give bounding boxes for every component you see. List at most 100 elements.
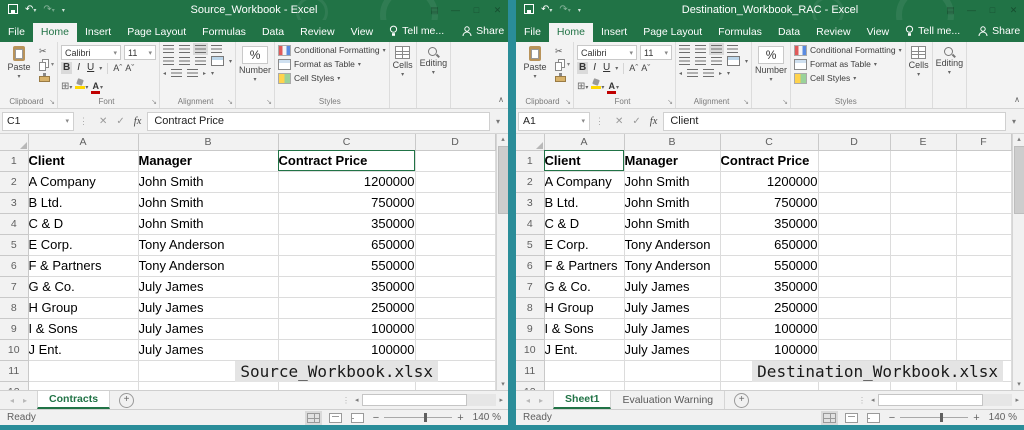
- cell-A11[interactable]: [544, 360, 624, 381]
- cell-D4[interactable]: [415, 213, 495, 234]
- cell-B3[interactable]: John Smith: [138, 192, 278, 213]
- select-all-corner[interactable]: [516, 134, 544, 150]
- cell-styles-button[interactable]: Cell Styles▾: [794, 73, 902, 84]
- ribbon-tab-data[interactable]: Data: [770, 23, 808, 43]
- close-button[interactable]: ✕: [487, 0, 508, 20]
- ribbon-tab-formulas[interactable]: Formulas: [710, 23, 770, 43]
- cell-D3[interactable]: [415, 192, 495, 213]
- cell-E12[interactable]: [890, 381, 956, 390]
- align-right-button[interactable]: [195, 57, 206, 65]
- cell-C9[interactable]: 100000: [278, 318, 415, 339]
- formula-bar-handle[interactable]: ⋮: [590, 116, 609, 127]
- ribbon-tab-page-layout[interactable]: Page Layout: [119, 23, 194, 43]
- cell-C12[interactable]: [278, 381, 415, 390]
- ribbon-tab-view[interactable]: View: [343, 23, 382, 43]
- bold-button[interactable]: B: [61, 62, 72, 74]
- tab-bar-splitter[interactable]: ⋮: [855, 391, 869, 409]
- row-header-6[interactable]: 6: [0, 255, 28, 276]
- cell-A8[interactable]: H Group: [544, 297, 624, 318]
- cell-D9[interactable]: [415, 318, 495, 339]
- cell-C6[interactable]: 550000: [720, 255, 818, 276]
- decrease-font-button[interactable]: Aˇ: [641, 63, 650, 73]
- add-sheet-button[interactable]: +: [110, 391, 143, 409]
- ribbon-tab-page-layout[interactable]: Page Layout: [635, 23, 710, 43]
- row-header-8[interactable]: 8: [0, 297, 28, 318]
- view-page-layout-button[interactable]: [329, 413, 342, 423]
- ribbon-tab-formulas[interactable]: Formulas: [194, 23, 254, 43]
- row-header-6[interactable]: 6: [516, 255, 544, 276]
- cell-D5[interactable]: [415, 234, 495, 255]
- editing-button[interactable]: Editing ▾: [420, 45, 448, 76]
- zoom-slider-thumb[interactable]: [940, 413, 943, 422]
- view-page-break-button[interactable]: [351, 413, 364, 423]
- cell-C5[interactable]: 650000: [720, 234, 818, 255]
- zoom-in-button[interactable]: +: [973, 413, 979, 423]
- minimize-button[interactable]: —: [961, 0, 982, 20]
- ribbon-tab-review[interactable]: Review: [292, 23, 342, 43]
- cell-C7[interactable]: 350000: [278, 276, 415, 297]
- undo-button[interactable]: ↶▾: [25, 0, 36, 20]
- close-button[interactable]: ✕: [1003, 0, 1024, 20]
- column-header-B[interactable]: B: [138, 134, 278, 150]
- ribbon-tab-view[interactable]: View: [859, 23, 898, 43]
- cell-B4[interactable]: John Smith: [624, 213, 720, 234]
- cell-B1[interactable]: Manager: [624, 150, 720, 171]
- column-header-F[interactable]: F: [956, 134, 1011, 150]
- title-bar[interactable]: ↶▾ ↷▾ ▾ Source_Workbook - Excel ▤ — □ ✕: [0, 0, 508, 20]
- align-left-button[interactable]: [679, 57, 690, 65]
- view-normal-button[interactable]: [307, 413, 320, 423]
- scrollbar-thumb[interactable]: [1014, 146, 1024, 214]
- sheet-tab-sheet1[interactable]: Sheet1: [553, 391, 611, 409]
- customize-qat-button[interactable]: ▾: [578, 0, 581, 20]
- align-bottom-button[interactable]: [711, 45, 722, 53]
- formula-expand-button[interactable]: ▾: [1006, 117, 1022, 126]
- editing-button[interactable]: Editing ▾: [936, 45, 964, 76]
- ribbon-tab-home[interactable]: Home: [33, 23, 77, 43]
- ribbon-display-options-button[interactable]: ▤: [940, 0, 961, 20]
- dialog-launcher-icon[interactable]: ↘: [49, 99, 55, 106]
- scroll-up-icon[interactable]: ▴: [1017, 134, 1021, 145]
- decrease-indent-button[interactable]: [171, 69, 182, 77]
- undo-button[interactable]: ↶▾: [541, 0, 552, 20]
- copy-button[interactable]: ▾: [555, 59, 570, 70]
- cell-B10[interactable]: July James: [624, 339, 720, 360]
- wrap-text-button[interactable]: [727, 45, 738, 53]
- zoom-slider[interactable]: [900, 417, 968, 418]
- cell-D6[interactable]: [818, 255, 890, 276]
- cell-C8[interactable]: 250000: [278, 297, 415, 318]
- zoom-in-button[interactable]: +: [457, 413, 463, 423]
- collapse-ribbon-button[interactable]: ∧: [1014, 96, 1020, 104]
- scroll-right-icon[interactable]: ▸: [499, 396, 503, 404]
- align-center-button[interactable]: [179, 57, 190, 65]
- number-format-button[interactable]: % Number ▾: [755, 45, 787, 83]
- borders-button[interactable]: ⊞▾: [577, 76, 588, 94]
- share-button[interactable]: Share: [968, 22, 1024, 42]
- tell-me-button[interactable]: Tell me...: [897, 21, 968, 42]
- row-header-2[interactable]: 2: [0, 171, 28, 192]
- cell-C1[interactable]: Contract Price: [720, 150, 818, 171]
- cell-A6[interactable]: F & Partners: [544, 255, 624, 276]
- row-header-3[interactable]: 3: [516, 192, 544, 213]
- cell-D8[interactable]: [415, 297, 495, 318]
- font-color-button[interactable]: A▾: [91, 76, 103, 94]
- maximize-button[interactable]: □: [982, 0, 1003, 20]
- vertical-scrollbar[interactable]: ▴ ▾: [1012, 134, 1024, 390]
- cell-C2[interactable]: 1200000: [720, 171, 818, 192]
- enter-button[interactable]: ✓: [632, 116, 640, 127]
- sheet-nav-left-button[interactable]: ◂: [526, 396, 530, 405]
- cell-F4[interactable]: [956, 213, 1011, 234]
- cell-C8[interactable]: 250000: [720, 297, 818, 318]
- name-box[interactable]: A1▾: [518, 112, 590, 131]
- collapse-ribbon-button[interactable]: ∧: [498, 96, 504, 104]
- cell-B5[interactable]: Tony Anderson: [624, 234, 720, 255]
- cell-D1[interactable]: [415, 150, 495, 171]
- cell-E4[interactable]: [890, 213, 956, 234]
- align-middle-button[interactable]: [695, 45, 706, 53]
- formula-expand-button[interactable]: ▾: [490, 117, 506, 126]
- cell-C4[interactable]: 350000: [720, 213, 818, 234]
- cell-E1[interactable]: [890, 150, 956, 171]
- cell-A11[interactable]: [28, 360, 138, 381]
- cell-D3[interactable]: [818, 192, 890, 213]
- scrollbar-thumb[interactable]: [878, 394, 983, 406]
- dialog-launcher-icon[interactable]: ↘: [782, 99, 788, 106]
